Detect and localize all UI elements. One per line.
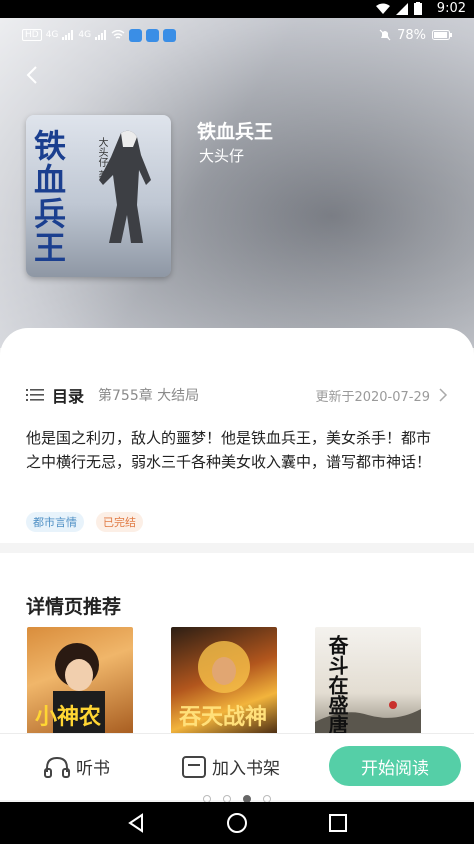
- list-menu-icon: [26, 389, 44, 401]
- headphones-icon: [44, 756, 70, 778]
- cover-title: 铁血兵王: [34, 127, 67, 267]
- book-author[interactable]: 大头仔: [199, 145, 244, 166]
- listen-button[interactable]: 听书: [44, 754, 110, 779]
- home-circle-icon[interactable]: [225, 811, 249, 835]
- signal-icon: [396, 2, 408, 15]
- genre-tag[interactable]: 都市言情: [26, 512, 84, 532]
- recommend-title: 详情页推荐: [26, 596, 122, 618]
- update-date: 更新于2020-07-29: [315, 389, 430, 405]
- signal-bars-icon: [62, 30, 74, 40]
- system-navigation-bar: [0, 802, 474, 844]
- wifi-icon: [376, 3, 390, 14]
- system-time: 9:02: [436, 1, 466, 16]
- back-triangle-icon[interactable]: [124, 811, 148, 835]
- wifi-icon-inner: [111, 30, 125, 39]
- status-tag: 已完结: [96, 512, 143, 532]
- recommend-book-3[interactable]: 奋斗在盛唐: [315, 627, 421, 733]
- sim-icon: HD: [22, 29, 42, 41]
- battery-icon-inner: [432, 30, 452, 40]
- book-cover[interactable]: 铁血兵王 大头仔 著: [26, 115, 171, 277]
- start-reading-button[interactable]: 开始阅读: [329, 746, 461, 786]
- network-type-2: 4G: [78, 30, 92, 40]
- recommend-cover-text-1: 小神农: [35, 704, 102, 730]
- table-of-contents-row[interactable]: 目录 第755章 大结局 更新于2020-07-29: [26, 383, 448, 407]
- tag-list: 都市言情 已完结: [26, 512, 143, 532]
- recommend-section: 详情页推荐 小神农 吞天战神 奋斗在盛唐: [0, 553, 474, 733]
- app-notify-icon-1: [129, 28, 143, 42]
- battery-icon: [414, 2, 422, 15]
- shelf-label: 加入书架: [212, 759, 280, 779]
- latest-chapter: 第755章 大结局: [98, 388, 200, 404]
- network-type-1: 4G: [45, 30, 59, 40]
- bookshelf-icon: [182, 755, 206, 778]
- signal-bars-icon-2: [95, 30, 107, 40]
- recommend-book-1[interactable]: 小神农: [27, 627, 133, 733]
- toc-label: 目录: [52, 387, 85, 406]
- bottom-action-bar: 听书 加入书架 开始阅读: [0, 733, 474, 800]
- back-arrow-icon[interactable]: [22, 64, 44, 86]
- add-to-shelf-button[interactable]: 加入书架: [182, 754, 280, 779]
- listen-label: 听书: [76, 759, 110, 779]
- recommend-book-2[interactable]: 吞天战神: [171, 627, 277, 733]
- battery-percent: 78%: [397, 27, 426, 43]
- mute-bell-icon: [379, 29, 391, 41]
- system-status-bar: 9:02: [0, 0, 474, 18]
- app-notify-icon-2: [146, 28, 160, 42]
- book-description: 他是国之利刃，敌人的噩梦！他是铁血兵王，美女杀手！都市之中横行无忌，弱水三千各种…: [26, 429, 432, 471]
- recommend-cover-text-2: 吞天战神: [179, 704, 268, 730]
- system-status-icons: [376, 2, 422, 15]
- cover-figure-illustration: [99, 130, 151, 243]
- inner-status-bar: HD 4G 4G 78%: [22, 26, 452, 44]
- recents-square-icon[interactable]: [326, 811, 350, 835]
- section-divider: [0, 543, 474, 553]
- recommend-cover-text-3: 奋斗在盛唐: [325, 635, 349, 733]
- chevron-right-icon: [439, 388, 448, 402]
- app-notify-icon-3: [163, 28, 177, 42]
- book-title: 铁血兵王: [197, 121, 274, 143]
